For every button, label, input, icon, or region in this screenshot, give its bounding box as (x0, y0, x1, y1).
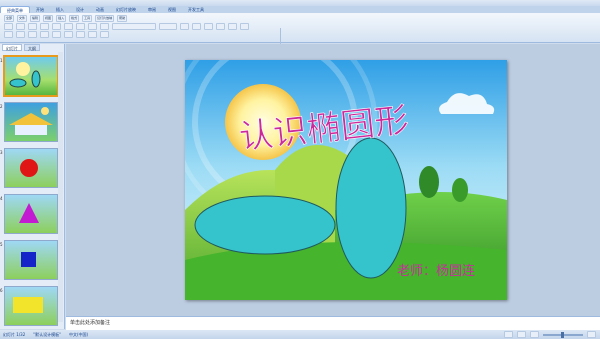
tree-icon (419, 166, 439, 198)
menu-insert[interactable]: 插入 (56, 15, 67, 22)
slide-info: 幻灯片 1/32 (3, 332, 26, 337)
fill-color-icon[interactable] (76, 31, 85, 38)
tab-developer[interactable]: 开发工具 (182, 6, 210, 13)
tab-design[interactable]: 设计 (70, 6, 90, 13)
font-size-select[interactable] (159, 23, 177, 30)
thumbnail-6-preview (13, 297, 43, 313)
toolbar-row-2 (4, 31, 109, 38)
thumbnail-3-preview (20, 159, 38, 177)
open-icon[interactable] (16, 23, 25, 30)
ellipse-icon[interactable] (52, 31, 61, 38)
slide-thumbnail-4[interactable] (4, 194, 58, 234)
underline-icon[interactable] (204, 23, 213, 30)
ribbon: 全部 文件 编辑 视图 插入 格式 工具 幻灯片放映 帮助 (0, 13, 600, 54)
tab-slides[interactable]: 幻灯片 (2, 44, 22, 51)
align-left-icon[interactable] (216, 23, 225, 30)
slide-thumbnail-5[interactable] (4, 240, 58, 280)
tab-view[interactable]: 视图 (162, 6, 182, 13)
slide-number: 5 (0, 242, 3, 247)
tab-animation[interactable]: 动画 (90, 6, 110, 13)
thumbnail-1-preview (9, 62, 41, 88)
menu-format[interactable]: 格式 (69, 15, 80, 22)
zoom-knob[interactable] (561, 331, 564, 338)
horizontal-ellipse[interactable] (194, 195, 336, 255)
menu-all[interactable]: 全部 (4, 15, 15, 22)
slide-thumbnail-6[interactable] (4, 286, 58, 326)
menu-help[interactable]: 帮助 (117, 15, 128, 22)
status-bar: 幻灯片 1/32 "默认设计模板" 中文(中国) (0, 330, 600, 339)
slide-number: 4 (0, 196, 3, 201)
menu-tools[interactable]: 工具 (82, 15, 93, 22)
cut-icon[interactable] (52, 23, 61, 30)
thumbnail-scrollbar[interactable] (58, 52, 63, 322)
align-center-icon[interactable] (228, 23, 237, 30)
arrow-icon[interactable] (28, 31, 37, 38)
slide-canvas: 认识椭圆形 老师：杨圆连 (185, 60, 507, 300)
slide-thumbnail-2[interactable] (4, 102, 58, 142)
rectangle-icon[interactable] (40, 31, 49, 38)
vertical-ellipse[interactable] (335, 137, 407, 279)
tree-icon (452, 178, 468, 202)
font-color-icon[interactable] (100, 31, 109, 38)
slide-number: 6 (0, 288, 3, 293)
slide-thumbnail-panel: 幻灯片 大纲 1 2 3 4 5 6 (0, 44, 65, 329)
italic-icon[interactable] (192, 23, 201, 30)
thumbnail-5-preview (21, 252, 36, 267)
theme-name: "默认设计模板" (33, 332, 61, 337)
current-slide[interactable]: 认识椭圆形 老师：杨圆连 (185, 60, 507, 300)
slideshow-view-icon[interactable] (530, 331, 539, 338)
tab-slideshow[interactable]: 幻灯片放映 (110, 6, 142, 13)
slide-number: 2 (0, 104, 3, 109)
undo-icon[interactable] (88, 23, 97, 30)
menu-file[interactable]: 文件 (17, 15, 28, 22)
toolbar-row-1 (4, 23, 249, 30)
panel-tabs: 幻灯片 大纲 (0, 44, 64, 51)
slide-number: 3 (0, 150, 3, 155)
thumbnail-2-preview (9, 107, 53, 135)
normal-view-icon[interactable] (504, 331, 513, 338)
menu-view[interactable]: 视图 (43, 15, 54, 22)
tab-insert[interactable]: 插入 (50, 6, 70, 13)
slide-sorter-icon[interactable] (517, 331, 526, 338)
tab-home[interactable]: 开始 (30, 6, 50, 13)
view-controls (504, 330, 596, 339)
copy-icon[interactable] (64, 23, 73, 30)
slide-thumbnail-1[interactable] (3, 55, 59, 97)
slide-thumbnail-3[interactable] (4, 148, 58, 188)
ribbon-tabs: 经典菜单 开始 插入 设计 动画 幻灯片放映 审阅 视图 开发工具 (0, 5, 600, 14)
redo-icon[interactable] (100, 23, 109, 30)
menu-row: 全部 文件 编辑 视图 插入 格式 工具 幻灯片放映 帮助 (4, 15, 128, 22)
tab-outline[interactable]: 大纲 (24, 44, 40, 51)
thumbnail-4-preview (19, 203, 39, 223)
paste-icon[interactable] (76, 23, 85, 30)
teacher-label[interactable]: 老师：杨圆连 (397, 263, 475, 279)
bold-icon[interactable] (180, 23, 189, 30)
fit-window-icon[interactable] (587, 331, 596, 338)
zoom-slider[interactable] (543, 331, 583, 338)
draw-icon[interactable] (4, 31, 13, 38)
notes-pane[interactable]: 单击此处添加备注 (66, 316, 600, 330)
textbox-icon[interactable] (64, 31, 73, 38)
tab-review[interactable]: 审阅 (142, 6, 162, 13)
print-icon[interactable] (40, 23, 49, 30)
font-select[interactable] (112, 23, 156, 30)
new-icon[interactable] (4, 23, 13, 30)
line-color-icon[interactable] (88, 31, 97, 38)
menu-slideshow[interactable]: 幻灯片放映 (95, 15, 115, 22)
shapes-icon[interactable] (16, 31, 25, 38)
language-indicator: 中文(中国) (68, 332, 89, 337)
save-icon[interactable] (28, 23, 37, 30)
menu-edit[interactable]: 编辑 (30, 15, 41, 22)
align-right-icon[interactable] (240, 23, 249, 30)
